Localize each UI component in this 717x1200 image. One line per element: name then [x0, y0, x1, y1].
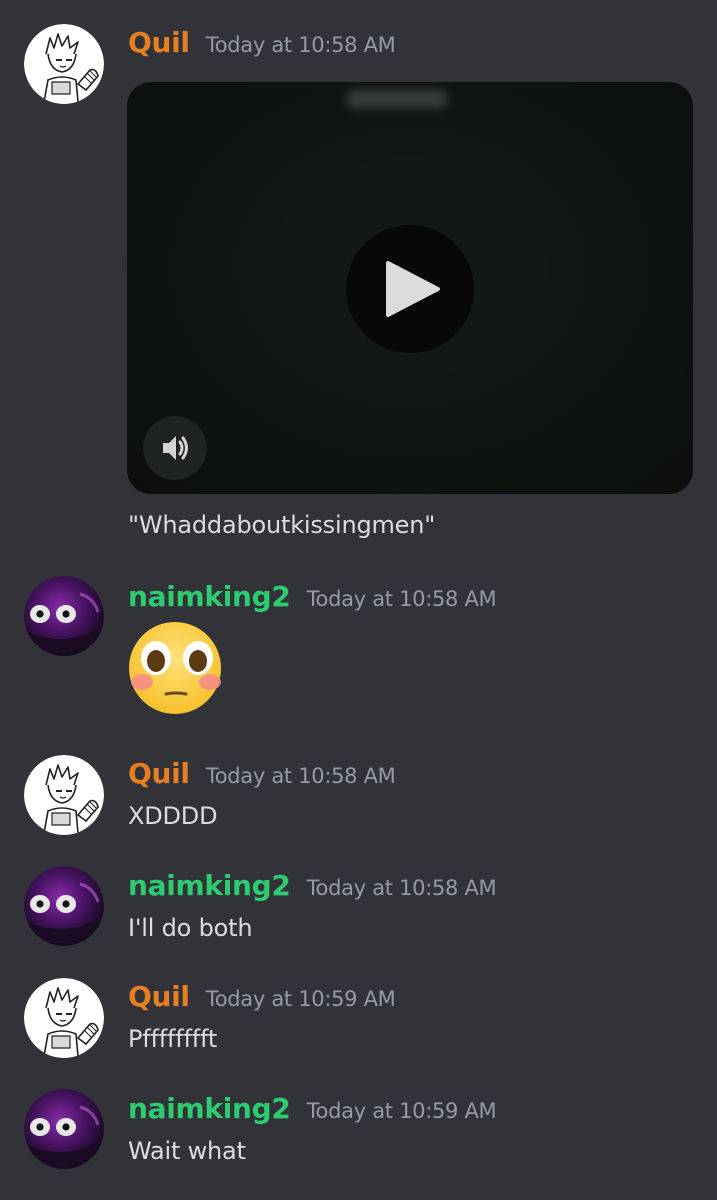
message-text: XDDDD: [128, 802, 218, 830]
message-header: naimking2 Today at 10:58 AM: [128, 869, 497, 909]
message-header: Quil Today at 10:59 AM: [128, 980, 396, 1020]
play-button[interactable]: [346, 225, 474, 353]
quil-avatar[interactable]: [24, 755, 104, 835]
flushed-emoji-icon[interactable]: [126, 620, 224, 716]
username[interactable]: Quil: [128, 980, 190, 1013]
timestamp: Today at 10:59 AM: [205, 987, 396, 1011]
username[interactable]: naimking2: [128, 1092, 291, 1125]
quil-avatar[interactable]: [24, 24, 104, 104]
message-header: Quil Today at 10:58 AM: [128, 26, 396, 66]
volume-icon: [163, 436, 188, 460]
timestamp: Today at 10:58 AM: [306, 876, 497, 900]
video-attachment[interactable]: [127, 82, 693, 494]
timestamp: Today at 10:58 AM: [205, 764, 396, 788]
username[interactable]: Quil: [128, 26, 190, 59]
message-text: I'll do both: [128, 914, 253, 942]
timestamp: Today at 10:59 AM: [306, 1099, 497, 1123]
message-header: Quil Today at 10:58 AM: [128, 757, 396, 797]
chat-log: Quil Today at 10:58 AM "Whaddaboutkissin…: [0, 0, 717, 1200]
volume-button[interactable]: [143, 416, 207, 480]
naimking-avatar[interactable]: [24, 866, 104, 946]
username[interactable]: naimking2: [128, 869, 291, 902]
timestamp: Today at 10:58 AM: [205, 33, 396, 57]
naimking-avatar[interactable]: [24, 1089, 104, 1169]
naimking-avatar[interactable]: [24, 576, 104, 656]
message-text: "Whaddaboutkissingmen": [128, 511, 436, 539]
timestamp: Today at 10:58 AM: [306, 587, 497, 611]
video-blurred-text: [347, 90, 447, 108]
play-icon: [386, 261, 440, 317]
username[interactable]: Quil: [128, 757, 190, 790]
message-header: naimking2 Today at 10:58 AM: [128, 580, 497, 620]
quil-avatar[interactable]: [24, 978, 104, 1058]
username[interactable]: naimking2: [128, 580, 291, 613]
message-text: Pfffffffft: [128, 1025, 218, 1053]
message-header: naimking2 Today at 10:59 AM: [128, 1092, 497, 1132]
message-text: Wait what: [128, 1137, 246, 1165]
